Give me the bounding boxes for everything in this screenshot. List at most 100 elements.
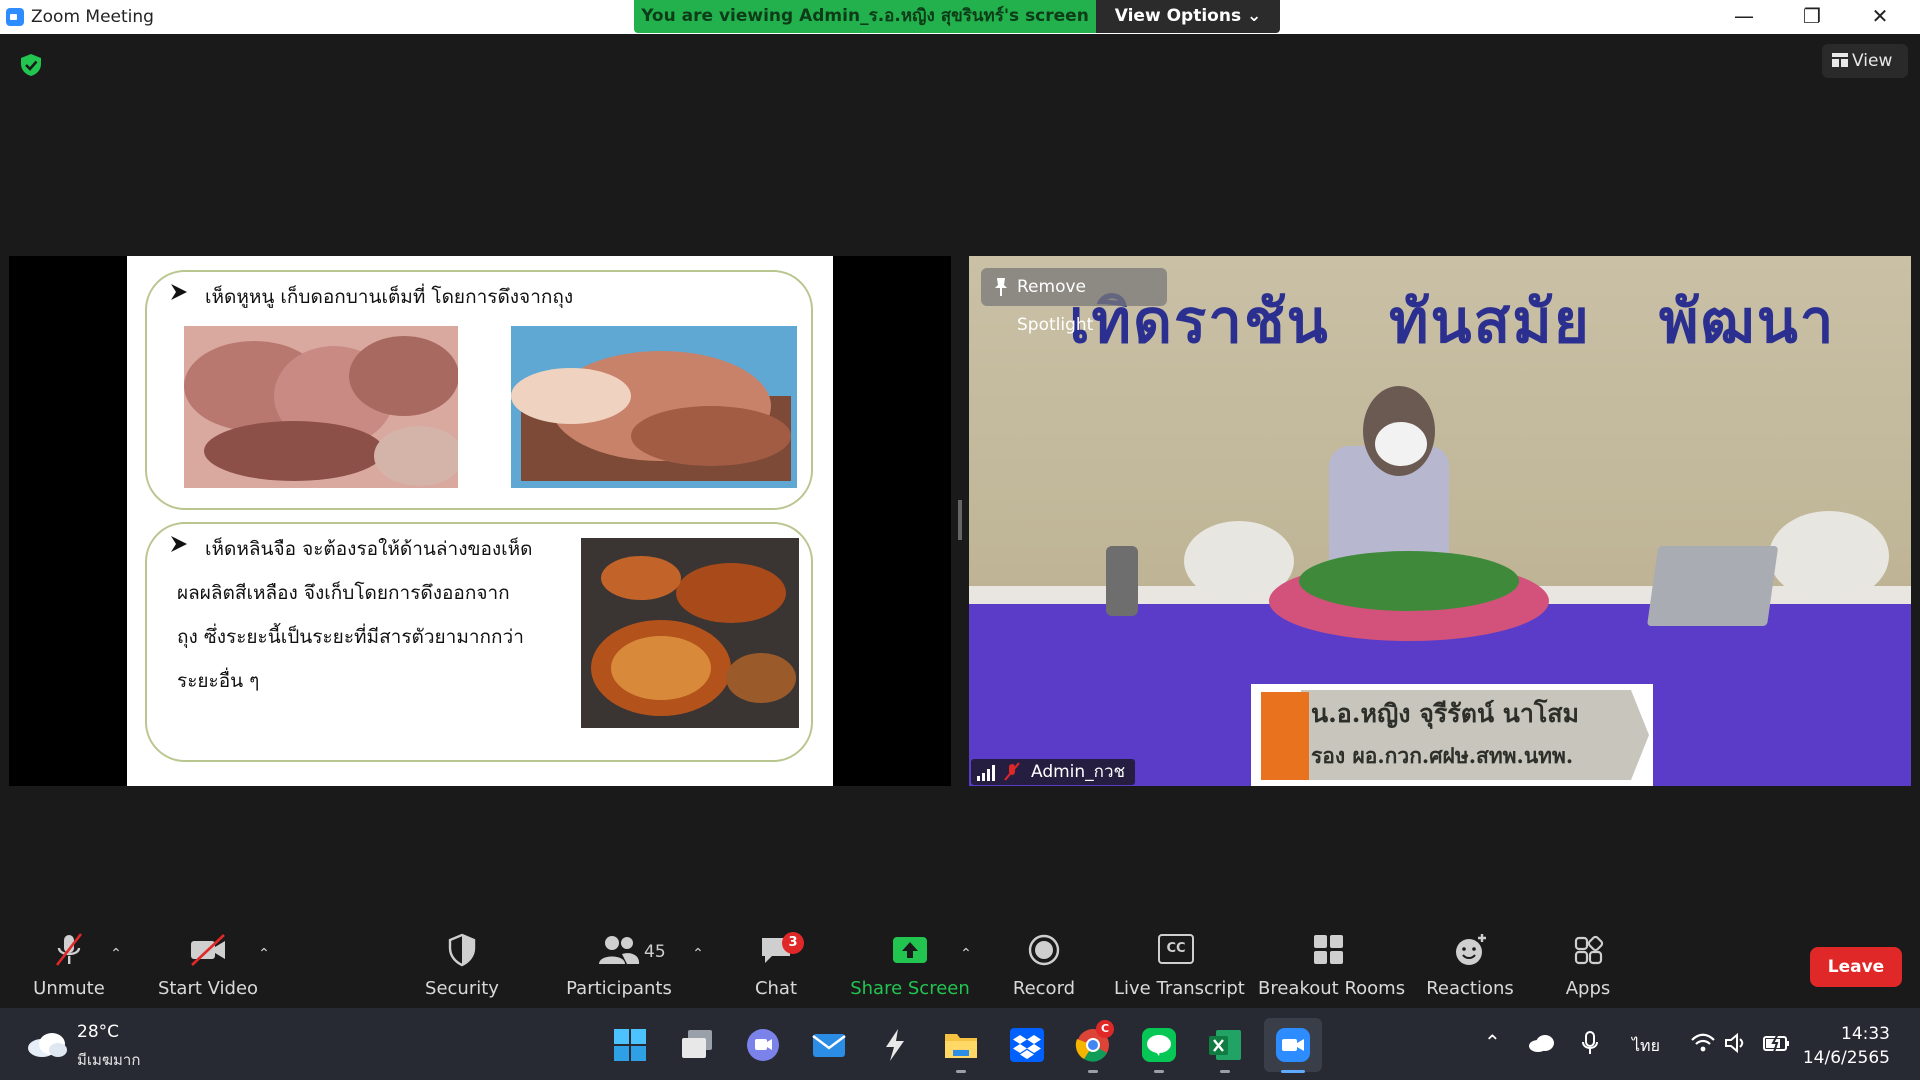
window-title: Zoom Meeting bbox=[31, 7, 154, 27]
taskbar-clock[interactable]: 14:33 14/6/2565 bbox=[1803, 1022, 1890, 1070]
wood-ear-mushroom-photo-1 bbox=[184, 326, 458, 488]
chrome-running-indicator bbox=[1088, 1070, 1098, 1073]
muted-mic-icon bbox=[1004, 762, 1020, 781]
explorer-running-indicator bbox=[956, 1070, 966, 1073]
bullet-arrow-icon bbox=[171, 536, 187, 552]
closed-caption-icon: CC bbox=[1158, 934, 1194, 964]
leave-meeting-button[interactable]: Leave bbox=[1810, 947, 1902, 987]
title-bar: Zoom Meeting You are viewing Admin_ร.อ.ห… bbox=[0, 0, 1920, 34]
slide-panel-1: เห็ดหูหนู เก็บดอกบานเต็มที่ โดยการดึงจาก… bbox=[145, 270, 813, 510]
breakout-rooms-button[interactable]: Breakout Rooms bbox=[1258, 920, 1406, 1008]
input-language[interactable]: ไทย bbox=[1632, 1034, 1660, 1059]
participant-name: Admin_กวช bbox=[1031, 762, 1126, 782]
bullet-2-line-4: ระยะอื่น ๆ bbox=[177, 670, 260, 692]
live-transcript-label: Live Transcript bbox=[1114, 978, 1245, 999]
apps-button[interactable]: Apps bbox=[1548, 920, 1628, 1008]
zoom-taskbar-icon[interactable] bbox=[1274, 1026, 1312, 1064]
mail-icon[interactable] bbox=[810, 1026, 848, 1064]
share-screen-label: Share Screen bbox=[850, 978, 970, 999]
windows-start-icon[interactable] bbox=[611, 1026, 649, 1064]
breakout-rooms-label: Breakout Rooms bbox=[1258, 978, 1406, 999]
slide-panel-2: เห็ดหลินจือ จะต้องรอให้ด้านล่างของเห็ด ผ… bbox=[145, 522, 813, 762]
battery-charging-icon[interactable] bbox=[1762, 1032, 1792, 1054]
zoom-app-icon bbox=[6, 8, 24, 26]
split-view-divider[interactable] bbox=[958, 500, 962, 540]
chat-unread-badge: 3 bbox=[782, 932, 804, 954]
onedrive-cloud-icon[interactable] bbox=[1528, 1034, 1556, 1052]
start-video-button[interactable]: Start Video bbox=[150, 920, 266, 1008]
audio-options-caret-icon[interactable]: ⌃ bbox=[108, 946, 124, 962]
minimize-button[interactable]: — bbox=[1710, 0, 1778, 34]
bullet-1-text: เห็ดหูหนู เก็บดอกบานเต็มที่ โดยการดึงจาก… bbox=[205, 286, 574, 308]
cloudy-weather-icon[interactable] bbox=[26, 1030, 68, 1058]
chat-label: Chat bbox=[754, 978, 798, 999]
viewing-screen-banner: You are viewing Admin_ร.อ.หญิง สุขรินทร์… bbox=[634, 0, 1096, 33]
view-options-button[interactable]: View Options ⌄ bbox=[1096, 0, 1280, 33]
excel-running-indicator bbox=[1220, 1070, 1230, 1073]
wood-ear-mushroom-basket-photo bbox=[511, 326, 797, 488]
task-view-icon[interactable] bbox=[678, 1026, 716, 1064]
remove-spotlight-label: Remove Spotlight bbox=[1017, 277, 1094, 335]
speaker-volume-icon[interactable] bbox=[1724, 1032, 1748, 1054]
excel-icon[interactable] bbox=[1206, 1026, 1244, 1064]
participant-name-tag: Admin_กวช bbox=[971, 759, 1136, 785]
share-options-caret-icon[interactable]: ⌃ bbox=[958, 946, 974, 962]
reactions-button[interactable]: Reactions bbox=[1420, 920, 1520, 1008]
remove-spotlight-button[interactable]: Remove Spotlight bbox=[981, 268, 1167, 335]
zoom-running-indicator bbox=[1281, 1070, 1305, 1073]
bullet-arrow-icon bbox=[171, 284, 187, 300]
unmute-label: Unmute bbox=[33, 978, 105, 999]
bullet-2-line-1: เห็ดหลินจือ จะต้องรอให้ด้านล่างของเห็ด bbox=[205, 538, 533, 560]
view-button[interactable]: View bbox=[1822, 44, 1908, 78]
share-screen-button[interactable]: Share Screen bbox=[850, 920, 970, 1008]
participants-options-caret-icon[interactable]: ⌃ bbox=[690, 946, 706, 962]
lower-third-position: รอง ผอ.กวก.ศฝษ.สทพ.นทพ. bbox=[1311, 743, 1574, 768]
breakout-rooms-icon bbox=[1314, 935, 1343, 964]
spotlight-video: เทิดราชัน ทันสมัย พัฒนา Remove Spotlight… bbox=[969, 256, 1911, 786]
weather-description: มีเมฆมาก bbox=[77, 1051, 141, 1069]
app-lightning-icon[interactable] bbox=[876, 1026, 914, 1064]
security-button[interactable]: Security bbox=[412, 920, 512, 1008]
clock-date: 14/6/2565 bbox=[1802, 1048, 1890, 1068]
wifi-icon[interactable] bbox=[1690, 1032, 1716, 1054]
muted-mic-icon bbox=[55, 933, 83, 966]
file-explorer-icon[interactable] bbox=[942, 1026, 980, 1064]
lower-third-name: น.อ.หญิง จุรีรัตน์ นาโสม bbox=[1311, 699, 1580, 728]
restore-button[interactable]: ❐ bbox=[1778, 0, 1846, 34]
apps-label: Apps bbox=[1565, 978, 1611, 999]
chrome-profile-badge: C bbox=[1096, 1020, 1114, 1038]
pin-icon bbox=[995, 278, 1007, 296]
reactions-smiley-icon bbox=[1456, 934, 1486, 965]
encryption-shield-icon[interactable] bbox=[18, 52, 44, 78]
meeting-toolbar: Unmute ⌃ Start Video ⌃ Security 45 Parti… bbox=[0, 920, 1920, 1008]
share-screen-icon bbox=[893, 937, 927, 963]
view-button-label: View bbox=[1852, 51, 1893, 71]
clock-time: 14:33 bbox=[1841, 1024, 1890, 1044]
weather-temperature: 28°C bbox=[77, 1022, 120, 1042]
participants-button[interactable]: 45 Participants bbox=[562, 920, 676, 1008]
microphone-icon[interactable] bbox=[1580, 1030, 1600, 1056]
lingzhi-mushroom-photo bbox=[581, 538, 799, 728]
dropbox-icon[interactable] bbox=[1008, 1026, 1046, 1064]
signal-strength-icon bbox=[977, 765, 995, 781]
video-options-caret-icon[interactable]: ⌃ bbox=[256, 946, 272, 962]
bullet-2-line-3: ถุง ซึ่งระยะนี้เป็นระยะที่มีสารตัวยามากก… bbox=[177, 626, 524, 648]
close-button[interactable]: ✕ bbox=[1846, 0, 1914, 34]
lower-third-caption: น.อ.หญิง จุรีรัตน์ นาโสม รอง ผอ.กวก.ศฝษ.… bbox=[1251, 684, 1653, 786]
participants-label: Participants bbox=[566, 978, 672, 999]
teams-chat-icon[interactable] bbox=[744, 1026, 782, 1064]
video-off-icon bbox=[191, 934, 225, 966]
unmute-button[interactable]: Unmute bbox=[18, 920, 120, 1008]
show-hidden-icons-caret-icon[interactable]: ⌃ bbox=[1484, 1030, 1501, 1054]
bullet-2-line-2: ผลผลิตสีเหลือง จึงเก็บโดยการดึงออกจาก bbox=[177, 582, 510, 604]
line-app-icon[interactable] bbox=[1140, 1026, 1178, 1064]
security-shield-icon bbox=[448, 933, 476, 967]
chat-button[interactable]: 3 Chat bbox=[736, 920, 816, 1008]
record-label: Record bbox=[1012, 978, 1076, 999]
participants-icon bbox=[599, 936, 640, 964]
live-transcript-button[interactable]: CC Live Transcript bbox=[1114, 920, 1245, 1008]
record-button[interactable]: Record bbox=[1004, 920, 1084, 1008]
line-running-indicator bbox=[1154, 1070, 1164, 1073]
start-video-label: Start Video bbox=[157, 978, 259, 999]
apps-icon bbox=[1574, 935, 1604, 965]
